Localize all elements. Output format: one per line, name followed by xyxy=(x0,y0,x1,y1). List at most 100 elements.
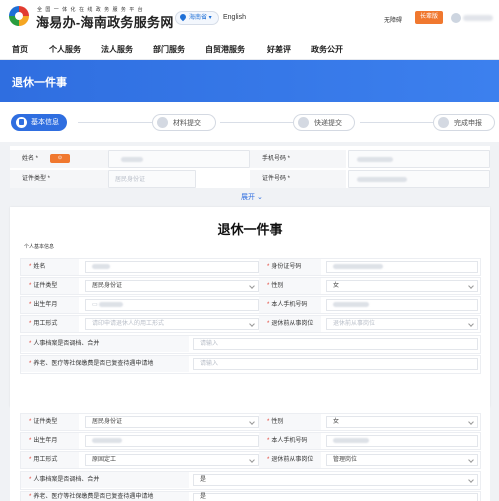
gender-select[interactable]: 女 xyxy=(326,416,478,428)
form-row: * 证件类型 居民身份证 * 性别 女 xyxy=(20,413,481,431)
position-select[interactable]: 退休前从事岗位 xyxy=(326,318,478,330)
nav-home[interactable]: 首页 xyxy=(12,44,28,55)
field-label: * 养老、医疗等社保缴费是否已复查待遇申请地 xyxy=(21,492,189,501)
mobile-input[interactable] xyxy=(326,299,478,311)
birth-date-picker[interactable] xyxy=(85,435,259,447)
id-type-select[interactable]: 居民身份证 xyxy=(108,170,196,188)
phone-label: 手机号码 * xyxy=(250,150,346,168)
field-label: * 用工形式 xyxy=(21,452,79,468)
application-document: 退休一件事 个人基本信息 * 姓名 * 身份证号码 * 证件类型 居民身份证 * 性别 … xyxy=(10,207,490,407)
document-title: 退休一件事 xyxy=(217,222,283,237)
nav-department-services[interactable]: 部门服务 xyxy=(153,44,185,55)
application-document-continued: * 证件类型 居民身份证 * 性别 女 * 出生年月 * 本人手机号码 * 用工形式 原固… xyxy=(10,407,490,501)
employment-type-select[interactable]: 原固定工 xyxy=(85,454,259,466)
truck-icon xyxy=(298,117,309,128)
id-number-input[interactable] xyxy=(326,261,478,273)
social-security-select[interactable]: 是 xyxy=(193,493,478,501)
step-label: 材料提交 xyxy=(173,120,201,127)
social-security-input[interactable]: 请输入 xyxy=(193,358,478,370)
form-row: * 出生年月 * 本人手机号码 xyxy=(20,432,481,450)
field-label: * 证件类型 xyxy=(21,278,79,294)
form-row: * 人事档案是否调档、合并 请输入 xyxy=(20,335,481,354)
site-title[interactable]: 海易办-海南政务服务网 xyxy=(36,12,174,31)
field-label: * 本人手机号码 xyxy=(259,433,321,449)
page-title: 退休一件事 xyxy=(12,77,67,89)
elder-mode-button[interactable]: 长辈版 xyxy=(415,11,444,24)
upload-icon xyxy=(157,117,168,128)
main-nav: 首页 个人服务 法人服务 部门服务 自贸港服务 好差评 政务公开 xyxy=(0,38,499,60)
chevron-down-icon xyxy=(468,419,474,425)
progress-steps: 基本信息 材料提交 快递提交 完成申报 xyxy=(0,102,499,142)
chevron-down-icon xyxy=(468,283,474,289)
region-label: 海南省 xyxy=(189,15,208,21)
step-complete[interactable]: 完成申报 xyxy=(433,114,495,131)
archive-merge-select[interactable]: 是 xyxy=(193,474,478,486)
id-number-field[interactable] xyxy=(348,170,490,188)
step-connector xyxy=(220,122,294,123)
check-icon xyxy=(438,117,449,128)
location-pin-icon xyxy=(178,12,188,22)
form-row: * 人事档案是否调档、合并 是 xyxy=(20,471,481,490)
name-field[interactable] xyxy=(108,150,250,168)
id-type-select[interactable]: 居民身份证 xyxy=(85,280,259,292)
name-input[interactable] xyxy=(85,261,259,273)
nav-corporate-services[interactable]: 法人服务 xyxy=(101,44,133,55)
id-type-select[interactable]: 居民身份证 xyxy=(85,416,259,428)
form-row: * 养老、医疗等社保缴费是否已复查待遇申请地 请输入 xyxy=(20,355,481,374)
chevron-down-icon xyxy=(468,457,474,463)
chevron-down-icon xyxy=(468,321,474,327)
field-label: * 本人手机号码 xyxy=(259,297,321,313)
nav-reviews[interactable]: 好差评 xyxy=(267,44,291,55)
username-redacted[interactable] xyxy=(463,15,493,21)
field-label: * 出生年月 xyxy=(21,297,79,313)
birth-date-picker[interactable]: ▭ xyxy=(85,299,259,311)
field-label: * 性别 xyxy=(259,414,321,430)
nav-ftp-services[interactable]: 自贸港服务 xyxy=(205,44,245,55)
field-label: * 出生年月 xyxy=(21,433,79,449)
employment-type-select[interactable]: 请印申请退休人的用工形式 xyxy=(85,318,259,330)
expand-toggle[interactable]: 展开 ⌄ xyxy=(241,192,263,202)
nav-personal-services[interactable]: 个人服务 xyxy=(49,44,81,55)
page-banner: 退休一件事 xyxy=(0,60,499,102)
step-basic-info[interactable]: 基本信息 xyxy=(11,114,67,131)
field-label: * 养老、医疗等社保缴费是否已复查待遇申请地 xyxy=(21,356,189,372)
form-row: * 出生年月 ▭ * 本人手机号码 xyxy=(20,296,481,314)
step-label: 完成申报 xyxy=(454,120,482,127)
site-logo-icon[interactable] xyxy=(9,6,29,26)
accessibility-link[interactable]: 无障碍 xyxy=(384,15,402,24)
form-row: * 姓名 * 身份证号码 xyxy=(20,258,481,276)
user-avatar-icon[interactable] xyxy=(451,13,461,23)
chevron-down-icon xyxy=(249,283,255,289)
position-select[interactable]: 管理岗位 xyxy=(326,454,478,466)
chevron-down-icon xyxy=(249,321,255,327)
english-link[interactable]: English xyxy=(223,14,246,21)
field-label: * 退休前从事岗位 xyxy=(259,452,321,468)
step-label: 基本信息 xyxy=(31,119,59,126)
id-number-label: 证件号码 * xyxy=(250,170,346,188)
section-heading: 个人基本信息 xyxy=(24,244,55,250)
gender-select[interactable]: 女 xyxy=(326,280,478,292)
step-connector xyxy=(360,122,434,123)
step-label: 快递提交 xyxy=(314,120,342,127)
form-row: * 证件类型 居民身份证 * 性别 女 xyxy=(20,277,481,295)
form-row: * 用工形式 原固定工 * 退休前从事岗位 管理岗位 xyxy=(20,451,481,469)
phone-field[interactable] xyxy=(348,150,490,168)
archive-merge-input[interactable]: 请输入 xyxy=(193,338,478,350)
site-header: 全 国 一 体 化 在 线 政 务 服 务 平 台 海易办-海南政务服务网 海南… xyxy=(0,0,499,38)
document-icon xyxy=(16,117,27,128)
chevron-down-icon xyxy=(249,457,255,463)
step-connector xyxy=(78,122,152,123)
step-material-submit[interactable]: 材料提交 xyxy=(152,114,216,131)
step-courier-submit[interactable]: 快递提交 xyxy=(293,114,355,131)
field-label: * 用工形式 xyxy=(21,316,79,332)
region-selector[interactable]: 海南省 ▾ xyxy=(175,11,219,25)
chevron-down-icon xyxy=(468,477,474,483)
nav-gov-affairs[interactable]: 政务公开 xyxy=(311,44,343,55)
id-type-label: 证件类型 * xyxy=(10,170,108,188)
field-label: * 人事档案是否调档、合并 xyxy=(21,336,189,352)
ocr-badge-icon[interactable]: ⊙ xyxy=(50,153,71,163)
field-label: * 身份证号码 xyxy=(259,259,321,275)
field-label: * 性别 xyxy=(259,278,321,294)
mobile-input[interactable] xyxy=(326,435,478,447)
field-label: * 退休前从事岗位 xyxy=(259,316,321,332)
